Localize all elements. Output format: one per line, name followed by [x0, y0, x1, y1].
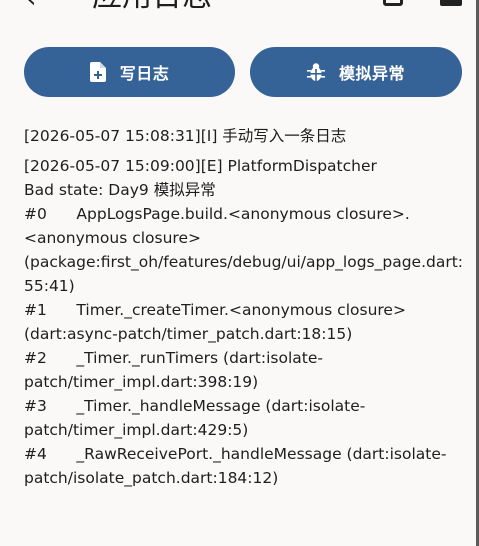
write-log-button[interactable]: 写日志: [24, 47, 235, 97]
simulate-crash-label: 模拟异常: [338, 64, 405, 83]
copy-icon[interactable]: [383, 0, 403, 6]
back-arrow-icon[interactable]: ‹: [26, 0, 36, 14]
page-title: 应用日志: [92, 0, 212, 14]
note-add-icon: [89, 62, 106, 82]
log-entry: [2026-05-07 15:08:31][I] 手动写入一条日志: [24, 127, 347, 145]
log-list: [2026-05-07 15:08:31][I] 手动写入一条日志 [2026-…: [24, 124, 464, 496]
more-icon[interactable]: [440, 0, 462, 6]
app-bar: ‹ 应用日志: [0, 0, 479, 16]
bug-icon: [306, 63, 325, 81]
simulate-crash-button[interactable]: 模拟异常: [250, 47, 462, 97]
log-entry: [2026-05-07 15:09:00][E] PlatformDispatc…: [24, 157, 464, 487]
write-log-label: 写日志: [119, 64, 170, 83]
